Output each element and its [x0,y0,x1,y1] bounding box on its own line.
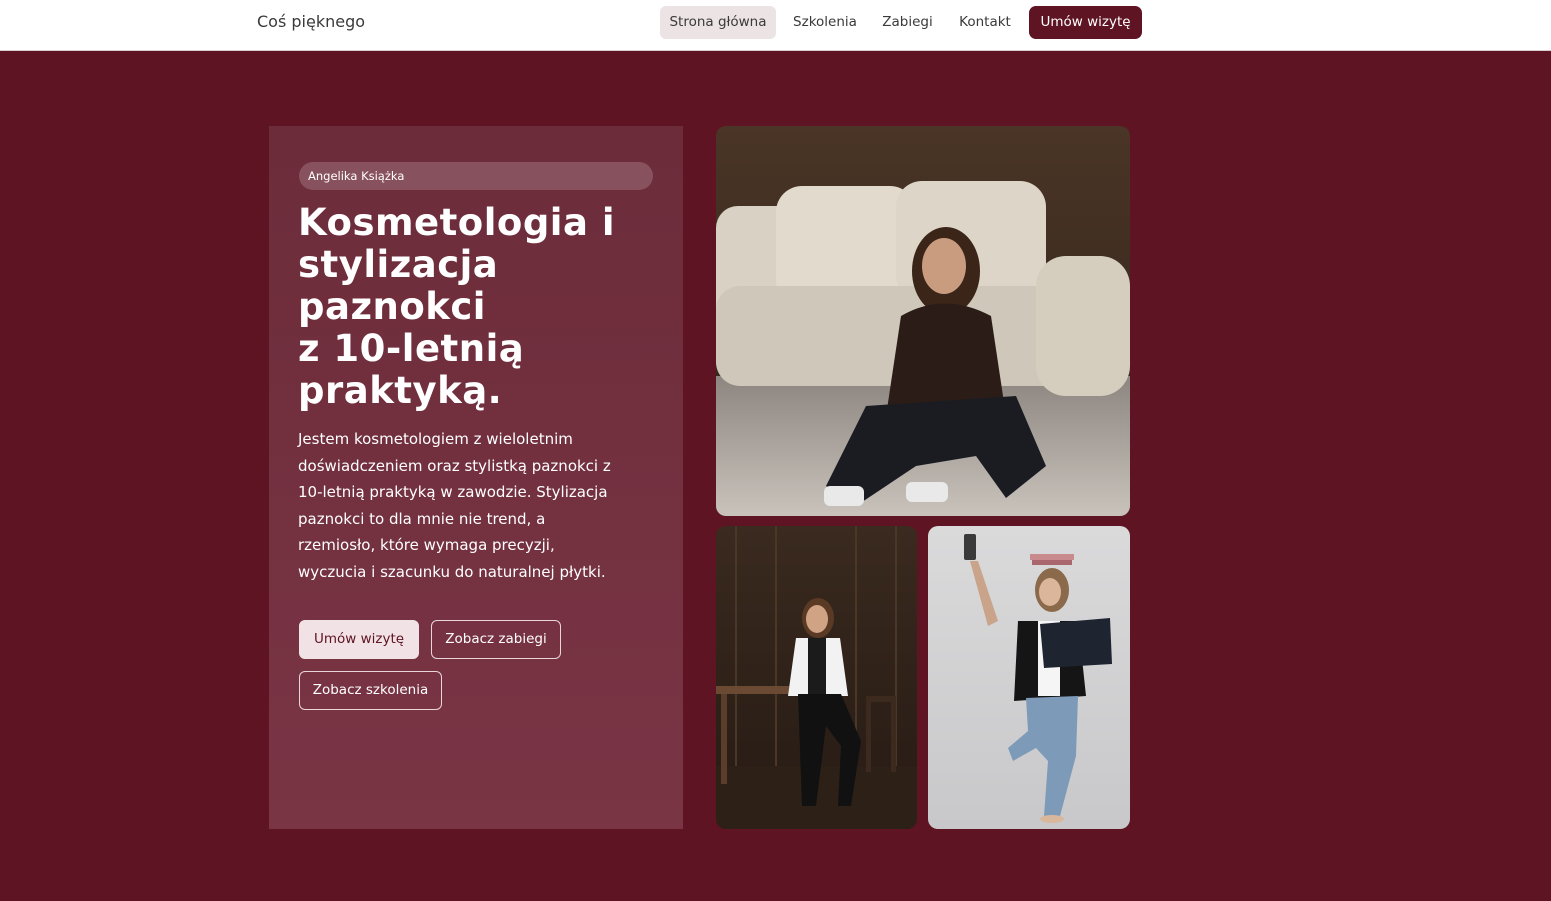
headline-line: stylizacja [298,243,499,286]
book-appointment-header-button[interactable]: Umów wizytę [1029,6,1142,39]
headline-line: Kosmetologia i [298,201,616,244]
nav-item-home[interactable]: Strona główna [660,6,776,39]
see-treatments-button[interactable]: Zobacz zabiegi [431,620,561,659]
hero-card: Angelika Książka Kosmetologia i stylizac… [269,126,683,829]
headline-line: praktyką. [298,369,503,412]
nav-item-trainings[interactable]: Szkolenia [784,6,866,39]
photo-woman-with-laptop-selfie [928,526,1130,829]
headline-line: z 10-letnią [298,327,525,370]
description-line: rzemiosło, które wymaga precyzji, [298,536,555,554]
book-appointment-button[interactable]: Umów wizytę [299,620,419,659]
photo-woman-on-chair [716,526,917,829]
see-trainings-button[interactable]: Zobacz szkolenia [299,671,442,710]
nav-item-contact[interactable]: Kontakt [949,6,1021,39]
brand-logo-text[interactable]: Coś pięknego [257,12,365,31]
nav-item-treatments[interactable]: Zabiegi [874,6,941,39]
photo-woman-sitting-by-sofa [716,126,1130,516]
description-line: 10-letnią praktyką w zawodzie. Stylizacj… [298,483,608,501]
description-line: paznokci to dla mnie nie trend, a [298,509,546,528]
hero-headline: Kosmetologia i stylizacja paznokci z 10-… [298,202,638,412]
description-line: doświadczeniem oraz stylistką paznokci z [298,456,611,475]
description-line: wyczucia i szacunku do naturalnej płytki… [298,562,606,581]
headline-line: paznokci [298,285,486,328]
description-line: Jestem kosmetologiem z wieloletnim [298,430,573,448]
hero-description: Jestem kosmetologiem z wieloletnim doświ… [298,426,648,585]
author-name-badge: Angelika Książka [299,162,653,190]
top-navigation-bar: Coś pięknego Strona główna Szkolenia Zab… [0,0,1551,51]
